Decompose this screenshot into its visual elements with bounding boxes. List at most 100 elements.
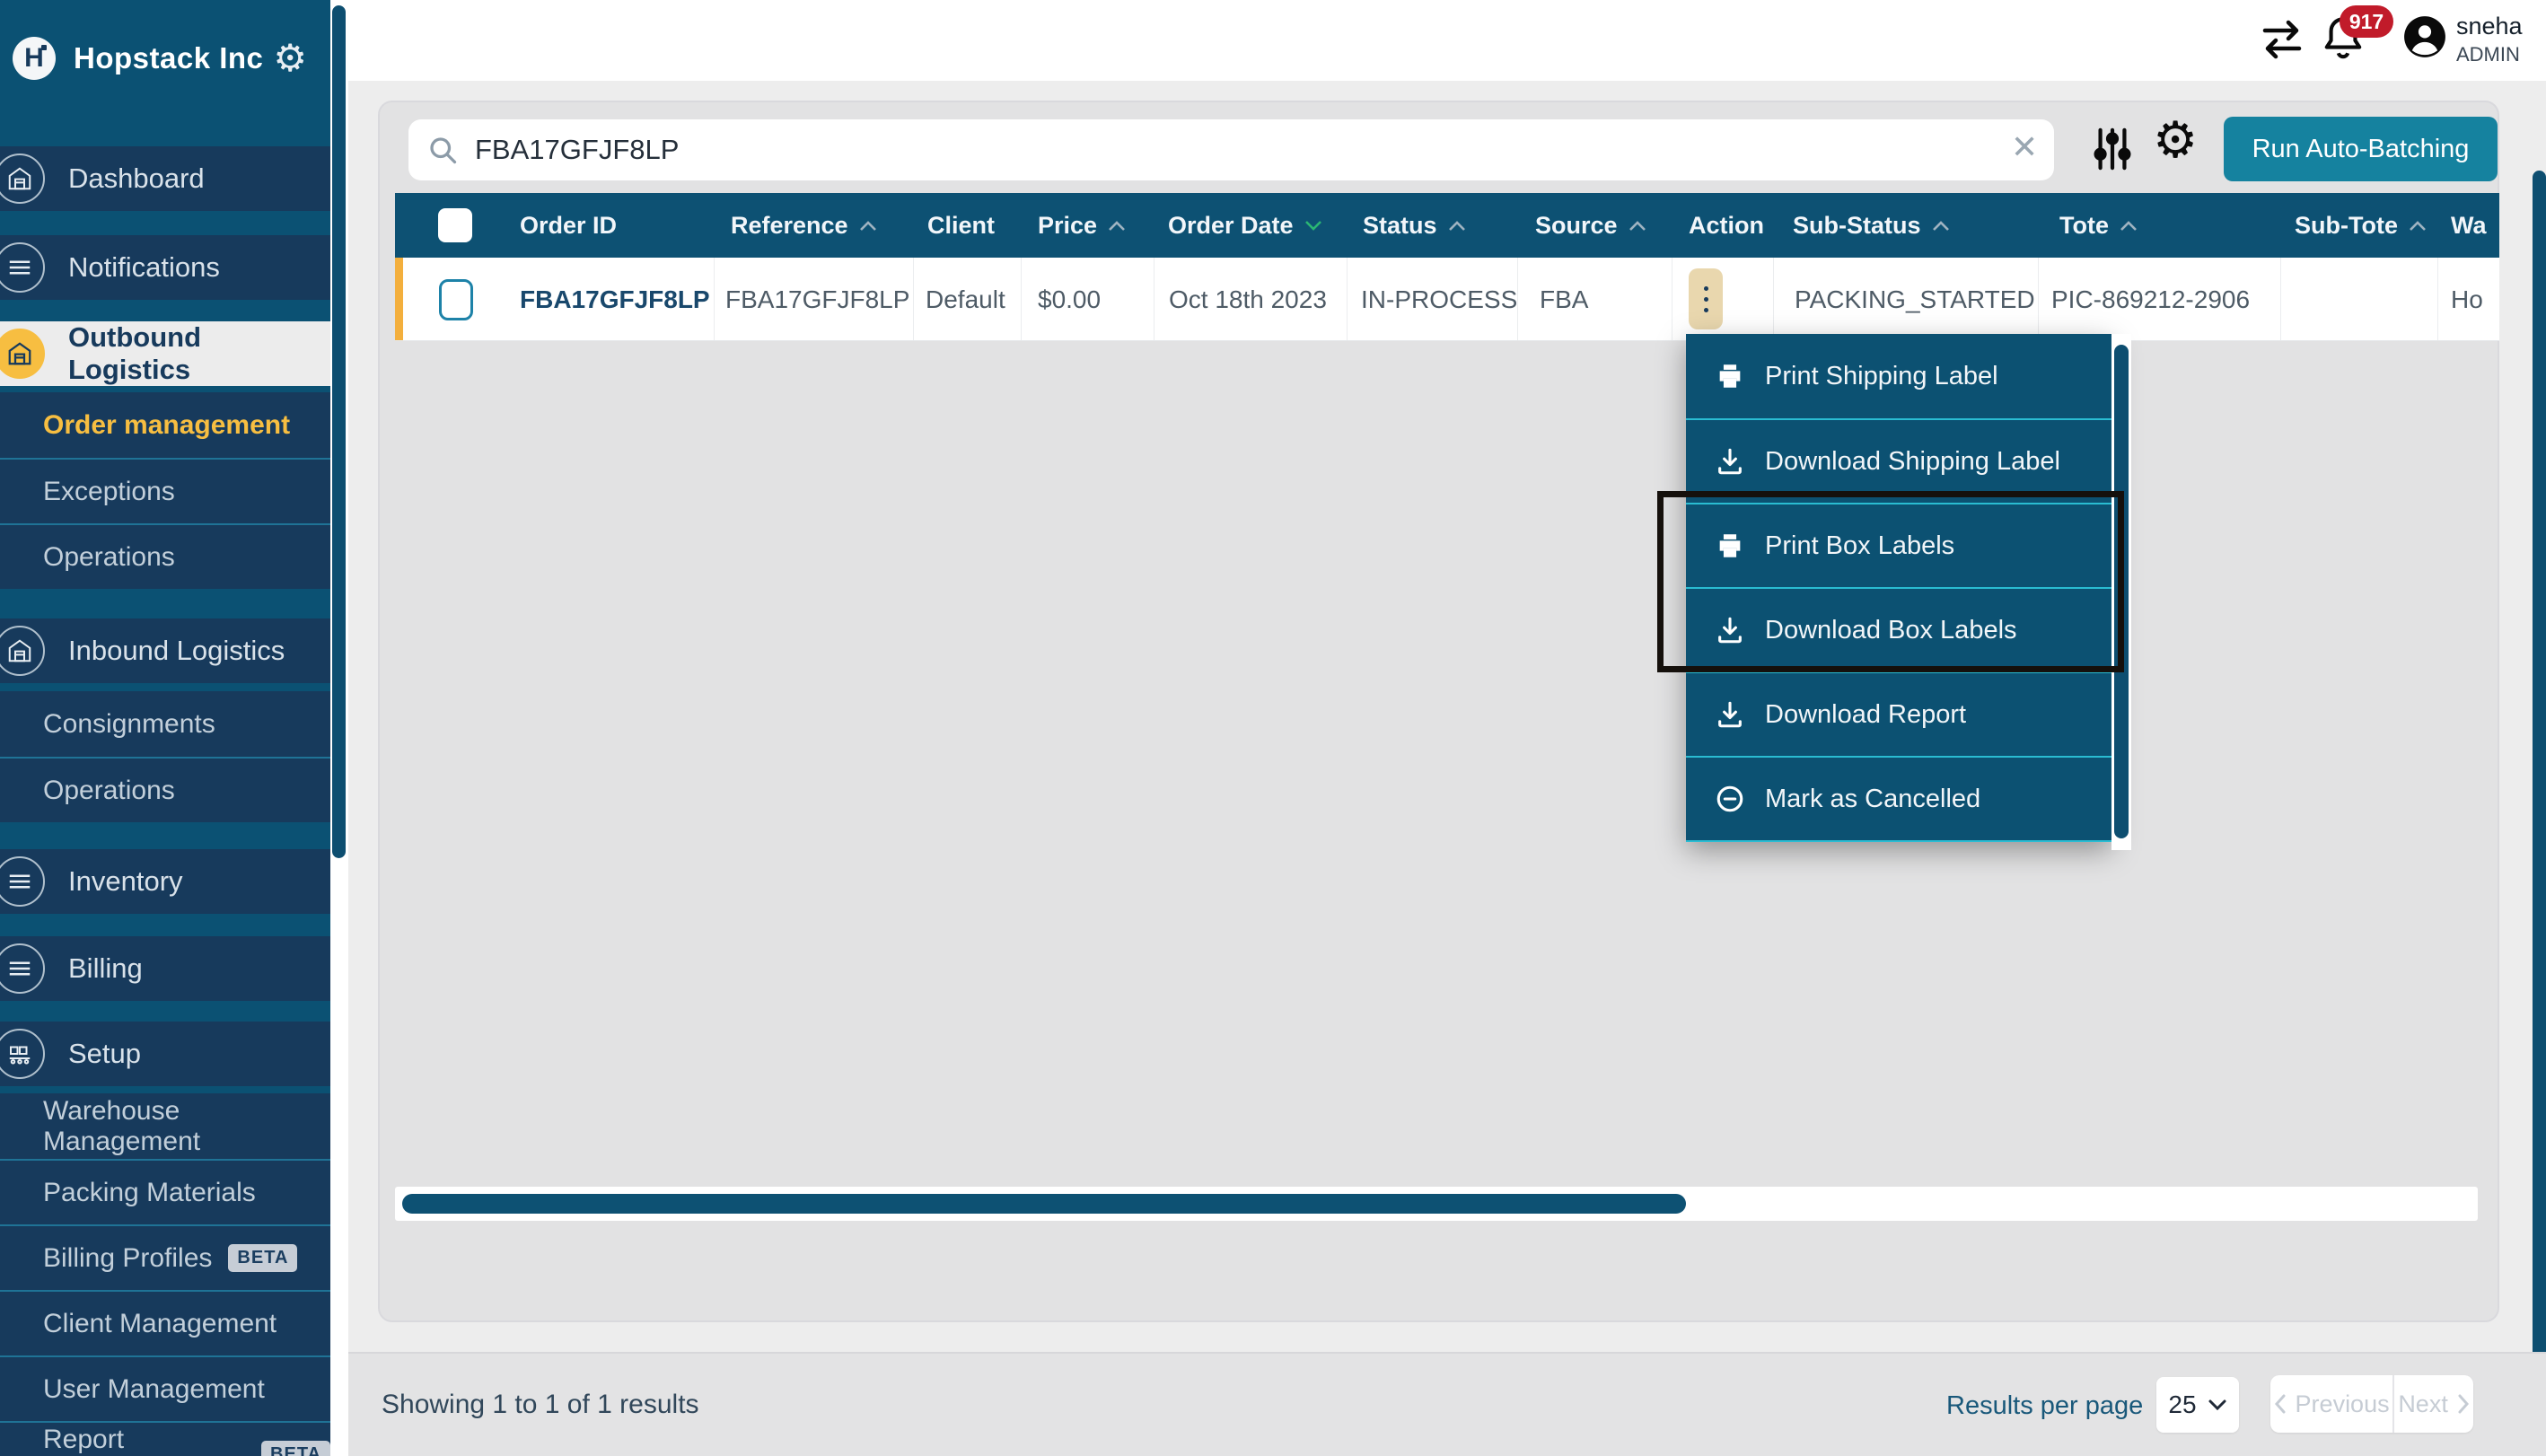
sidebar-item-label: Dashboard: [68, 162, 205, 195]
pagination-controls: Previous Next: [2270, 1375, 2473, 1433]
page-size-value: 25: [2168, 1390, 2196, 1419]
chevron-down-icon: [2208, 1399, 2227, 1411]
sidebar-subitem-label: Billing Profiles: [43, 1243, 212, 1274]
column-header-source[interactable]: Source: [1535, 193, 1648, 258]
sidebar-item-billing-profiles[interactable]: Billing ProfilesBETA: [0, 1224, 330, 1290]
menu-item-download-box-labels[interactable]: Download Box Labels: [1686, 587, 2111, 671]
column-header-price[interactable]: Price: [1038, 193, 1128, 258]
column-header-order-id[interactable]: Order ID: [520, 193, 617, 258]
outbound-subgroup: Order management Exceptions Operations: [0, 392, 330, 589]
sidebar-item-report-management[interactable]: Report ManagementBETA: [0, 1421, 330, 1456]
sidebar-item-consignments[interactable]: Consignments: [0, 691, 330, 757]
list-icon: [0, 856, 45, 907]
conveyor-icon: [0, 1029, 45, 1079]
sidebar-item-label: Outbound Logistics: [68, 321, 330, 386]
column-header-status[interactable]: Status: [1363, 193, 1468, 258]
results-per-page-label: Results per page: [1946, 1391, 2143, 1421]
sort-asc-icon: [1627, 219, 1648, 232]
user-avatar[interactable]: [2402, 14, 2447, 59]
sidebar-item-warehouse-management[interactable]: Warehouse Management: [0, 1093, 330, 1159]
order-search-input[interactable]: FBA17GFJF8LP: [408, 119, 2054, 180]
sort-asc-icon: [2407, 219, 2428, 232]
sidebar-subitem-label: Report Management: [43, 1425, 245, 1456]
row-checkbox[interactable]: [439, 279, 473, 320]
warehouse-icon: [0, 329, 45, 379]
sidebar-item-inbound-logistics[interactable]: Inbound Logistics: [0, 618, 330, 683]
sidebar-item-operations-outbound[interactable]: Operations: [0, 523, 330, 589]
sidebar-scrollbar-track: [330, 0, 348, 1456]
sidebar-item-operations-inbound[interactable]: Operations: [0, 757, 330, 822]
source-cell: FBA: [1540, 258, 1588, 341]
sidebar-item-inventory[interactable]: Inventory: [0, 849, 330, 914]
package-icon: [0, 153, 45, 204]
chevron-left-icon: [2274, 1393, 2287, 1415]
printer-icon: [1715, 361, 1745, 391]
column-header-sub-tote[interactable]: Sub-Tote: [2295, 193, 2428, 258]
select-all-checkbox[interactable]: [438, 208, 472, 242]
column-header-tote[interactable]: Tote: [2059, 193, 2139, 258]
table-settings-gear-icon[interactable]: ⚙: [2153, 115, 2198, 165]
clear-search-icon[interactable]: ✕: [2011, 131, 2038, 163]
filter-sliders-icon[interactable]: [2092, 124, 2133, 174]
sidebar-item-label: Inbound Logistics: [68, 635, 285, 667]
page-size-select[interactable]: 25: [2156, 1377, 2239, 1433]
order-management-page: H Hopstack Inc ⚙ Dashboard Notifications…: [0, 0, 2546, 1456]
sidebar-item-notifications[interactable]: Notifications: [0, 235, 330, 300]
sidebar-item-user-management[interactable]: User Management: [0, 1355, 330, 1421]
sidebar-gear-icon[interactable]: ⚙: [273, 39, 307, 77]
column-header-order-date[interactable]: Order Date: [1168, 193, 1324, 258]
column-header-action[interactable]: Action: [1689, 193, 1764, 258]
sidebar-subitem-label: Order management: [43, 410, 290, 441]
sub-status-cell: PACKING_STARTED: [1795, 258, 2035, 341]
sidebar-item-exceptions[interactable]: Exceptions: [0, 458, 330, 523]
user-name: sneha: [2456, 13, 2523, 40]
minus-circle-icon: [1715, 784, 1745, 814]
hopstack-logo-icon: H: [13, 37, 56, 80]
warehouse-cell: Ho: [2451, 258, 2483, 341]
sidebar-item-packing-materials[interactable]: Packing Materials: [0, 1159, 330, 1224]
table-horizontal-scrollbar-thumb[interactable]: [402, 1194, 1686, 1214]
row-action-kebab-button[interactable]: [1689, 268, 1723, 329]
sidebar-item-dashboard[interactable]: Dashboard: [0, 146, 330, 211]
sidebar-scrollbar-thumb[interactable]: [332, 5, 346, 858]
column-header-warehouse[interactable]: Wa: [2451, 193, 2487, 258]
client-cell: Default: [926, 258, 1005, 341]
top-header-bar: 917 sneha ADMIN: [348, 0, 2546, 81]
next-page-button[interactable]: Next: [2394, 1375, 2473, 1433]
order-id-link[interactable]: FBA17GFJF8LP: [520, 258, 710, 341]
column-header-sub-status[interactable]: Sub-Status: [1793, 193, 1952, 258]
transfer-arrows-icon[interactable]: [2260, 16, 2305, 63]
sidebar-subitem-label: Consignments: [43, 709, 215, 740]
menu-item-download-shipping-label[interactable]: Download Shipping Label: [1686, 418, 2111, 503]
printer-icon: [1715, 531, 1745, 561]
row-action-dropdown-menu: Print Shipping Label Download Shipping L…: [1686, 334, 2111, 842]
previous-page-button[interactable]: Previous: [2270, 1375, 2394, 1433]
column-header-reference[interactable]: Reference: [731, 193, 879, 258]
menu-item-print-box-labels[interactable]: Print Box Labels: [1686, 503, 2111, 587]
page-vertical-scrollbar-thumb[interactable]: [2533, 171, 2546, 1443]
menu-item-download-report[interactable]: Download Report: [1686, 671, 2111, 756]
run-auto-batching-button[interactable]: Run Auto-Batching: [2224, 117, 2498, 181]
setup-subgroup: Warehouse Management Packing Materials B…: [0, 1093, 330, 1456]
list-icon: [0, 242, 45, 293]
reference-cell: FBA17GFJF8LP: [725, 258, 909, 341]
sidebar-subitem-label: Operations: [43, 542, 175, 573]
menu-item-print-shipping-label[interactable]: Print Shipping Label: [1686, 334, 2111, 418]
sidebar-item-client-management[interactable]: Client Management: [0, 1290, 330, 1355]
sidebar-item-outbound-logistics[interactable]: Outbound Logistics: [0, 321, 330, 386]
sidebar-item-order-management[interactable]: Order management: [0, 392, 330, 458]
sidebar-subitem-label: Exceptions: [43, 477, 175, 507]
warehouse-icon: [0, 626, 45, 676]
list-icon: [0, 943, 45, 994]
sidebar-item-setup[interactable]: Setup: [0, 1022, 330, 1086]
menu-item-mark-as-cancelled[interactable]: Mark as Cancelled: [1686, 756, 2111, 840]
column-header-client[interactable]: Client: [927, 193, 995, 258]
company-name: Hopstack Inc: [74, 41, 273, 75]
sidebar-item-billing[interactable]: Billing: [0, 936, 330, 1001]
sort-desc-icon: [1303, 219, 1324, 232]
tote-cell: PIC-869212-2906: [2051, 258, 2250, 341]
menu-scrollbar-thumb[interactable]: [2114, 345, 2129, 838]
search-icon: [426, 134, 459, 166]
order-date-cell: Oct 18th 2023: [1169, 258, 1327, 341]
sidebar-subitem-label: User Management: [43, 1374, 265, 1405]
